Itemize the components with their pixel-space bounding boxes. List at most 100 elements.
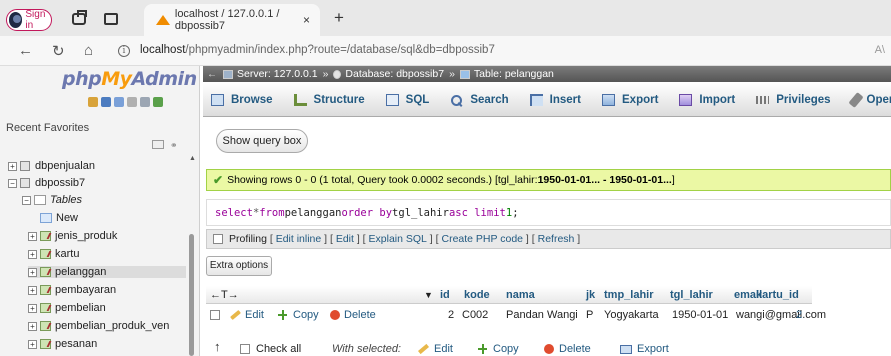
sql-keyword: asc limit xyxy=(448,206,506,219)
database-icon xyxy=(20,161,30,171)
tree-tables-group[interactable]: − Tables xyxy=(22,194,82,206)
tab-search[interactable]: Search xyxy=(450,94,509,106)
tab-privileges[interactable]: Privileges xyxy=(756,94,831,106)
expand-icon[interactable]: + xyxy=(28,285,37,295)
tree-db-dbpossib7[interactable]: − dbpossib7 xyxy=(8,177,85,189)
expand-icon[interactable]: + xyxy=(28,303,37,313)
settings-icon[interactable] xyxy=(140,97,150,107)
sign-in-button[interactable]: Sign in xyxy=(6,9,52,31)
collapse-panel-icon[interactable]: ← xyxy=(207,69,217,80)
sort-desc-icon: ▼ xyxy=(424,290,433,300)
tree-db-label: dbpenjualan xyxy=(35,160,95,172)
tab-actions-icon[interactable] xyxy=(104,13,118,25)
bulk-edit-button[interactable]: Edit xyxy=(418,343,453,355)
expand-icon[interactable]: + xyxy=(28,339,37,349)
read-aloud-icon[interactable]: A\ xyxy=(875,44,885,56)
breadcrumb-database[interactable]: Database: dbpossib7 xyxy=(345,68,444,80)
row-delete-button[interactable]: Delete xyxy=(330,309,376,321)
column-header-kartu-id[interactable]: kartu_id xyxy=(756,289,799,301)
tab-sql[interactable]: SQL xyxy=(385,93,429,106)
cell-jk: P xyxy=(586,309,594,321)
scroll-up-icon[interactable]: ▲ xyxy=(189,155,196,162)
recent-favorites-tabs[interactable]: Recent Favorites xyxy=(6,122,89,134)
query-window-icon[interactable] xyxy=(114,97,124,107)
tree-table-jenis-produk[interactable]: + jenis_produk xyxy=(28,230,117,242)
expand-icon[interactable]: + xyxy=(28,267,37,277)
tab-import[interactable]: Import xyxy=(679,93,735,106)
bulk-delete-label: Delete xyxy=(559,343,591,355)
row-edit-button[interactable]: Edit xyxy=(230,309,264,321)
edit-inline-link[interactable]: Edit inline xyxy=(276,233,322,245)
column-header-kode[interactable]: kode xyxy=(464,289,490,301)
check-all-label: Check all xyxy=(256,343,302,355)
bulk-export-button[interactable]: Export xyxy=(620,343,669,355)
bulk-delete-button[interactable]: Delete xyxy=(544,343,591,355)
tree-new-table[interactable]: New xyxy=(40,212,78,224)
logout-icon[interactable] xyxy=(101,97,111,107)
collapse-icon[interactable]: − xyxy=(22,195,31,205)
home-icon[interactable] xyxy=(88,97,98,107)
profiling-checkbox[interactable] xyxy=(213,234,223,244)
column-header-jk[interactable]: jk xyxy=(586,289,595,301)
edit-link[interactable]: Edit xyxy=(336,233,354,245)
sql-query-display[interactable]: select * from pelanggan order by tgl_lah… xyxy=(206,199,891,226)
expand-icon[interactable]: + xyxy=(28,231,37,241)
column-nav-arrows[interactable]: ←T→ xyxy=(210,289,239,301)
expand-icon[interactable]: + xyxy=(8,161,17,171)
tab-browse[interactable]: Browse xyxy=(211,93,273,106)
breadcrumb-server[interactable]: Server: 127.0.0.1 xyxy=(237,68,318,80)
reload-navigation-icon[interactable] xyxy=(153,97,163,107)
extra-options-button[interactable]: Extra options xyxy=(206,256,272,276)
collapse-all-icon[interactable] xyxy=(152,140,164,149)
expand-icon[interactable]: + xyxy=(28,249,37,259)
cell-kode: C002 xyxy=(462,309,489,321)
browser-tab[interactable]: localhost / 127.0.0.1 / dbpossib7 × xyxy=(144,4,320,36)
check-all-checkbox[interactable] xyxy=(240,344,250,354)
check-icon: ✔ xyxy=(213,173,224,187)
new-tab-button[interactable]: + xyxy=(334,8,344,28)
tree-table-pesanan[interactable]: + pesanan xyxy=(28,338,97,350)
tree-table-pembelian[interactable]: + pembelian xyxy=(28,302,106,314)
tab-structure[interactable]: Structure xyxy=(293,93,365,106)
tab-export[interactable]: Export xyxy=(602,93,658,106)
url-field[interactable]: localhost/phpmyadmin/index.php?route=/da… xyxy=(140,44,495,56)
create-php-code-link[interactable]: Create PHP code xyxy=(441,233,523,245)
tree-table-pembelian-produk-ven[interactable]: + pembelian_produk_ven xyxy=(28,320,169,332)
tab-operations[interactable]: Operations xyxy=(847,91,891,108)
table-icon xyxy=(40,249,51,259)
tab-insert[interactable]: Insert xyxy=(529,93,581,106)
documentation-icon[interactable] xyxy=(127,97,137,107)
tree-db-dbpenjualan[interactable]: + dbpenjualan xyxy=(8,160,95,172)
breadcrumb-table[interactable]: Table: pelanggan xyxy=(474,68,554,80)
table-icon xyxy=(40,285,51,295)
cell-tmp-lahir: Yogyakarta xyxy=(604,309,659,321)
phpmyadmin-logo[interactable]: phpMyAdmin xyxy=(62,68,197,90)
expand-icon[interactable]: + xyxy=(28,321,37,331)
back-arrow-icon[interactable]: ← xyxy=(18,42,33,59)
refresh-link[interactable]: Refresh xyxy=(538,233,575,245)
column-header-tgl-lahir[interactable]: tgl_lahir xyxy=(670,289,713,301)
table-menu-tabs: Browse Structure SQL Search Insert Expor… xyxy=(203,83,891,117)
check-all-control[interactable]: Check all xyxy=(240,343,301,355)
reload-icon[interactable]: ↻ xyxy=(52,42,65,60)
row-copy-button[interactable]: Copy xyxy=(278,309,319,321)
tree-table-pembayaran[interactable]: + pembayaran xyxy=(28,284,116,296)
explain-sql-link[interactable]: Explain SQL xyxy=(369,233,427,245)
bulk-copy-button[interactable]: Copy xyxy=(478,343,519,355)
breadcrumb: ← Server: 127.0.0.1 » Database: dbpossib… xyxy=(203,66,891,82)
link-icon[interactable]: ⚭ xyxy=(170,140,178,151)
tree-table-kartu[interactable]: + kartu xyxy=(28,248,79,260)
home-icon[interactable]: ⌂ xyxy=(84,42,93,59)
scrollbar-thumb[interactable] xyxy=(189,234,194,356)
column-header-nama[interactable]: nama xyxy=(506,289,535,301)
workspaces-icon[interactable] xyxy=(72,10,87,25)
info-icon[interactable]: i xyxy=(118,45,130,57)
close-tab-icon[interactable]: × xyxy=(303,13,310,27)
column-header-id[interactable]: id xyxy=(440,289,450,301)
collapse-icon[interactable]: − xyxy=(8,178,17,188)
bulk-copy-label: Copy xyxy=(493,343,519,355)
column-header-tmp-lahir[interactable]: tmp_lahir xyxy=(604,289,654,301)
tree-table-pelanggan[interactable]: + pelanggan xyxy=(28,266,186,278)
row-checkbox[interactable] xyxy=(210,310,220,320)
show-query-box-button[interactable]: Show query box xyxy=(216,129,308,153)
